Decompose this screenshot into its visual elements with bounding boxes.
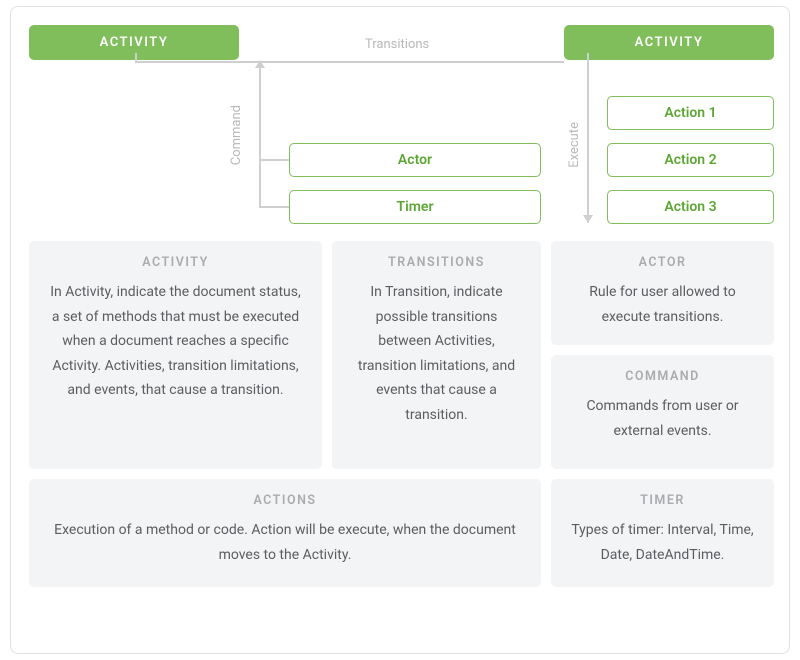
transitions-label: Transitions [365,37,429,52]
card-actions-body: Execution of a method or code. Action wi… [45,518,525,567]
card-actions-title: ACTIONS [45,493,525,508]
arrow-execute-down [587,221,589,222]
action-1-box: Action 1 [607,96,774,130]
line-command-vertical [259,61,261,207]
action-2-box: Action 2 [607,143,774,177]
timer-box: Timer [289,190,541,224]
card-actor-title: ACTOR [567,255,758,270]
card-activity-title: ACTIVITY [45,255,306,270]
diagram-frame: ACTIVITY ACTIVITY Transitions Command Ac… [10,6,790,654]
card-transitions: TRANSITIONS In Transition, indicate poss… [332,241,541,469]
line-activity-left-drop [135,53,137,62]
actor-box: Actor [289,143,541,177]
card-transitions-body: In Transition, indicate possible transit… [348,280,525,427]
activity-pill-right: ACTIVITY [564,25,774,60]
activity-pill-left: ACTIVITY [29,25,239,60]
card-activity: ACTIVITY In Activity, indicate the docum… [29,241,322,469]
line-activity-bottom [135,61,564,63]
line-to-timer [259,206,289,208]
card-timer-title: TIMER [567,493,758,508]
command-label: Command [229,105,244,165]
card-actor-body: Rule for user allowed to execute transit… [567,280,758,329]
card-command: COMMAND Commands from user or external e… [551,355,774,469]
card-timer: TIMER Types of timer: Interval, Time, Da… [551,479,774,587]
card-timer-body: Types of timer: Interval, Time, Date, Da… [567,518,758,567]
card-activity-body: In Activity, indicate the document statu… [45,280,306,403]
line-execute-vertical [587,53,589,223]
line-to-actor [259,159,289,161]
card-transitions-title: TRANSITIONS [348,255,525,270]
execute-label: Execute [567,122,582,168]
card-command-title: COMMAND [567,369,758,384]
card-command-body: Commands from user or external events. [567,394,758,443]
action-3-box: Action 3 [607,190,774,224]
card-actor: ACTOR Rule for user allowed to execute t… [551,241,774,345]
arrow-command-up [259,61,261,62]
card-actions: ACTIONS Execution of a method or code. A… [29,479,541,587]
